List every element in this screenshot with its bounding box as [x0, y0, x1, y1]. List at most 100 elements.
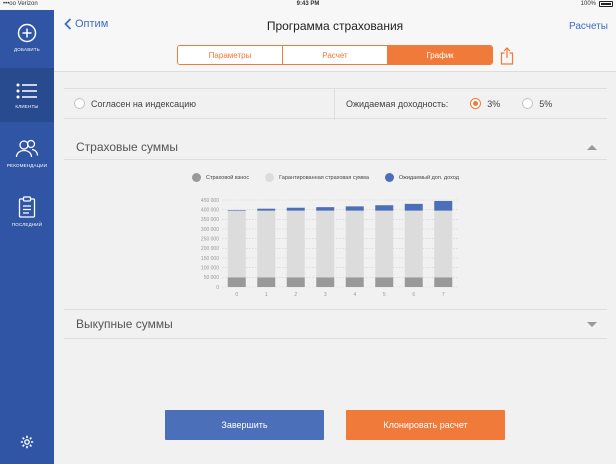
legend-item-guaranteed: Гарантированная страховая сумма: [265, 173, 369, 182]
yield-label: Ожидаемая доходность:: [346, 98, 449, 109]
sidebar-item-clients[interactable]: КЛИЕНТЫ: [0, 68, 54, 122]
bar-segment: [404, 277, 423, 287]
yield-option-3-label: 3%: [487, 98, 501, 109]
y-tick-label: 100 000: [201, 265, 219, 271]
y-tick-label: 450 000: [201, 198, 219, 204]
y-tick-label: 50 000: [204, 275, 220, 281]
legend-swatch: [384, 173, 394, 182]
x-tick-label: 0: [235, 292, 238, 298]
insurance-section-title[interactable]: Страховые суммы: [76, 140, 178, 154]
people-icon: [15, 139, 39, 157]
bar-segment: [257, 210, 276, 278]
divider: [64, 159, 607, 160]
tab-parameters[interactable]: Параметры: [178, 46, 283, 64]
sidebar-item-label: ПОСЛЕДНИЙ: [11, 221, 43, 227]
tab-calculation[interactable]: Расчет: [283, 46, 388, 64]
bar-segment: [404, 210, 423, 278]
bar-segment: [316, 277, 335, 287]
collapse-icon[interactable]: [587, 145, 597, 150]
divider: [64, 338, 607, 339]
divider: [334, 89, 335, 120]
yield-radio-3[interactable]: [470, 98, 482, 109]
x-tick-label: 4: [353, 292, 356, 298]
bar-segment: [227, 210, 246, 211]
x-tick-label: 2: [294, 292, 297, 298]
legend-item-expected: Ожидаемый доп. доход: [384, 173, 459, 182]
legend-swatch: [265, 173, 275, 182]
bar-segment: [286, 277, 305, 287]
sidebar-item-label: ДОБАВИТЬ: [14, 46, 40, 52]
page-title: Программа страхования: [266, 19, 404, 33]
legend-label: Ожидаемый доп. доход: [398, 174, 459, 181]
bar-segment: [404, 203, 423, 211]
y-tick-label: 250 000: [201, 236, 219, 242]
yield-radio-5[interactable]: [522, 98, 534, 109]
expand-icon[interactable]: [587, 322, 597, 327]
battery-indicator: 100%: [581, 1, 613, 7]
bar-segment: [227, 277, 246, 287]
sidebar-item-add[interactable]: ДОБАВИТЬ: [0, 10, 54, 64]
y-tick-label: 0: [216, 285, 219, 291]
x-tick-label: 1: [265, 292, 268, 298]
bar-segment: [286, 210, 305, 278]
status-bar: •••oo Verizon 9:43 PM 100%: [0, 0, 616, 10]
calculations-link[interactable]: Расчеты: [569, 21, 608, 32]
legend-label: Страховой взнос: [206, 174, 250, 181]
bar-segment: [434, 277, 453, 287]
bar-segment: [434, 210, 453, 278]
bar-segment: [316, 207, 335, 211]
y-tick-label: 400 000: [201, 207, 219, 213]
chart-legend: Страховой взнос Гарантированная страхова…: [192, 173, 475, 182]
bar-segment: [286, 207, 305, 211]
legend-label: Гарантированная страховая сумма: [279, 174, 369, 181]
insurance-chart: 0 50 000 100 000 150 000 200 000 250 000 300 0…: [201, 198, 458, 298]
list-icon: [16, 83, 37, 98]
x-tick-label: 3: [324, 292, 327, 298]
bar-segment: [257, 277, 276, 287]
gear-icon[interactable]: [20, 435, 34, 449]
bar-segment: [345, 206, 364, 211]
x-tick-label: 6: [412, 292, 415, 298]
segmented-control: Параметры Расчет График: [177, 45, 493, 65]
y-tick-label: 350 000: [201, 217, 219, 223]
bar-segment: [227, 210, 246, 278]
indexation-radio[interactable]: [74, 98, 85, 109]
finish-button[interactable]: Завершить: [165, 410, 324, 440]
battery-percent: 100%: [580, 1, 596, 7]
options-row: Согласен на индексацию Ожидаемая доходно…: [64, 88, 607, 120]
sidebar-item-label: РЕКОМЕНДАЦИИ: [6, 162, 48, 168]
sidebar-item-recommendations[interactable]: РЕКОМЕНДАЦИИ: [0, 126, 54, 180]
bar-segment: [375, 277, 394, 287]
x-tick-label: 7: [442, 292, 445, 298]
navigation-bar: Оптим Программа страхования Расчеты Пара…: [54, 10, 616, 72]
divider: [64, 309, 607, 310]
legend-item-premium: Страховой взнос: [192, 173, 249, 182]
indexation-option[interactable]: Согласен на индексацию: [74, 98, 196, 109]
x-tick-label: 5: [383, 292, 386, 298]
clock: 9:43 PM: [296, 1, 320, 7]
battery-icon: [599, 1, 613, 7]
bar-segment: [345, 210, 364, 278]
plus-circle-icon: [17, 23, 37, 42]
clipboard-icon: [18, 195, 36, 218]
sidebar-item-recent[interactable]: ПОСЛЕДНИЙ: [0, 184, 54, 238]
sidebar-item-label: КЛИЕНТЫ: [15, 103, 39, 109]
bar-segment: [345, 277, 364, 287]
yield-option: Ожидаемая доходность: 3% 5%: [346, 98, 552, 109]
yield-option-5-label: 5%: [539, 98, 553, 109]
indexation-label: Согласен на индексацию: [91, 98, 197, 109]
tab-chart[interactable]: График: [388, 46, 492, 64]
y-tick-label: 200 000: [201, 246, 219, 252]
bar-segment: [375, 210, 394, 278]
sidebar: ДОБАВИТЬ КЛИЕНТЫ РЕКОМЕНДАЦИИ ПОСЛЕДНИЙ: [0, 10, 54, 464]
bar-segment: [375, 205, 394, 211]
clone-calculation-button[interactable]: Клонировать расчет: [346, 410, 505, 440]
share-icon[interactable]: [500, 47, 514, 65]
y-tick-label: 300 000: [201, 227, 219, 233]
bar-segment: [316, 210, 335, 278]
surrender-section-title[interactable]: Выкупные суммы: [76, 317, 173, 331]
bar-segment: [257, 208, 276, 211]
y-tick-label: 150 000: [201, 256, 219, 262]
legend-swatch: [192, 173, 201, 182]
bar-segment: [434, 200, 453, 211]
